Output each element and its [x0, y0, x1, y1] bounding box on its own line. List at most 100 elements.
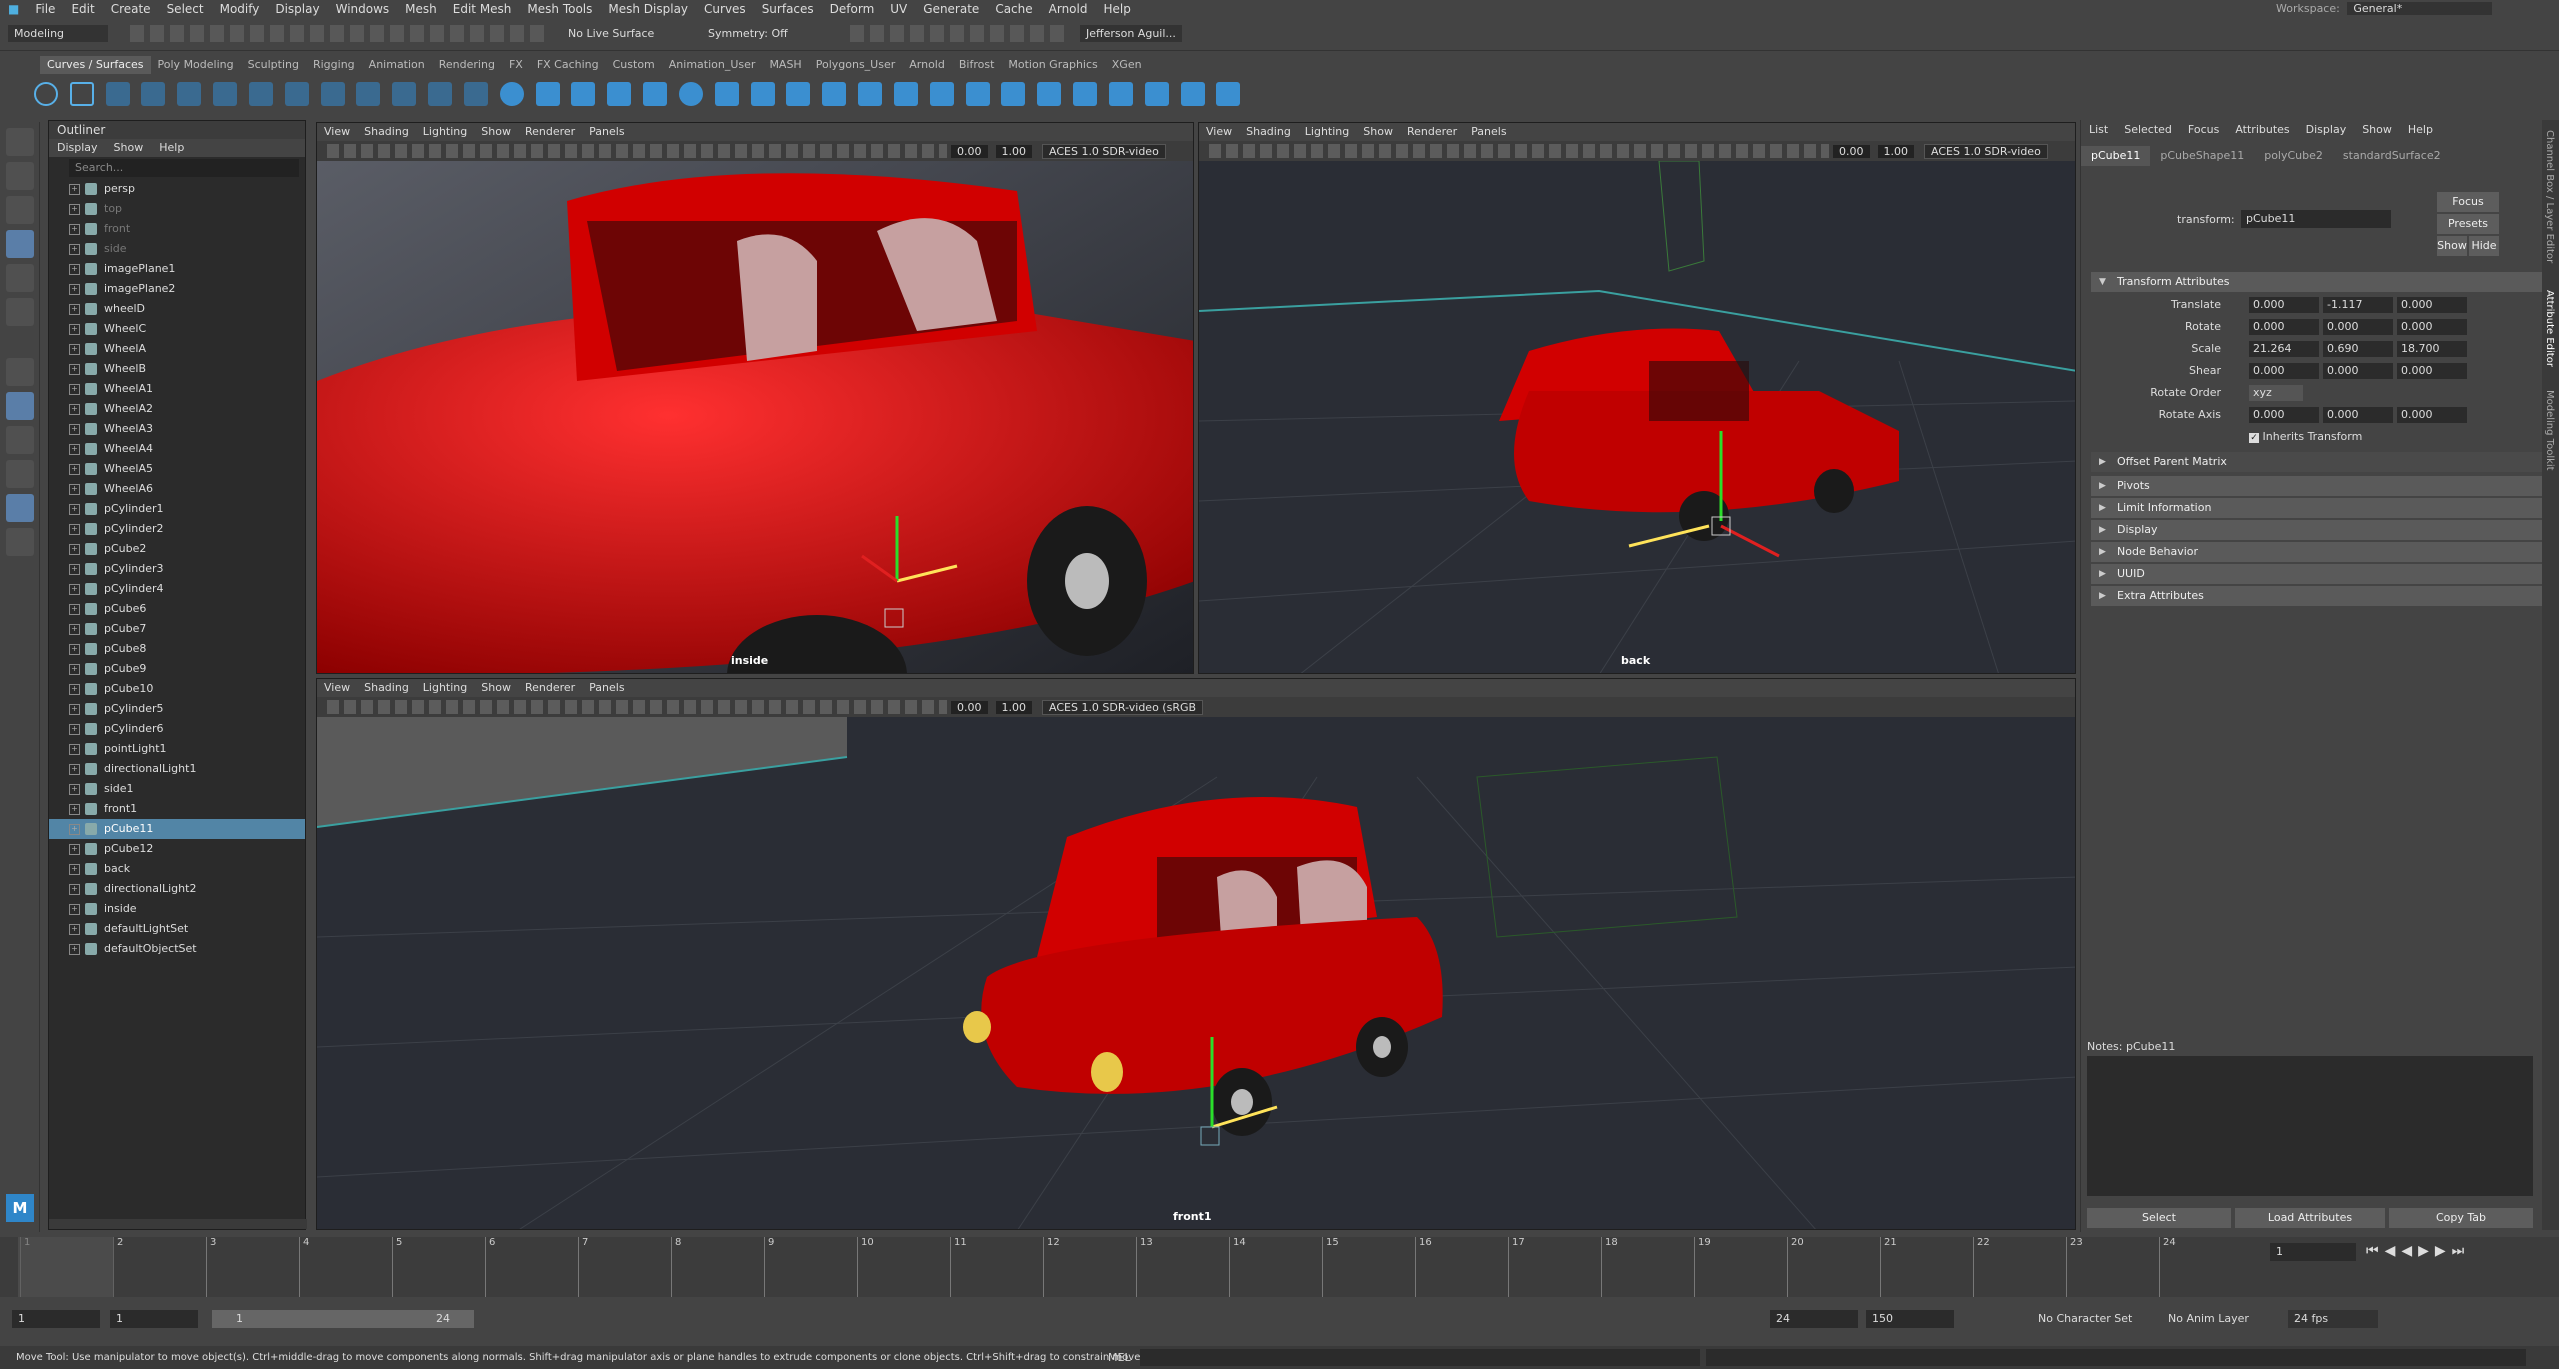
outliner-item[interactable]: + front1	[49, 799, 305, 819]
outliner-item[interactable]: + defaultObjectSet	[49, 939, 305, 959]
outliner-item[interactable]: + defaultLightSet	[49, 919, 305, 939]
vp-menu-panels[interactable]: Panels	[582, 679, 631, 697]
expand-icon[interactable]: +	[69, 944, 80, 955]
vp-menu-show[interactable]: Show	[1356, 123, 1400, 141]
character-set-dropdown[interactable]: No Character Set	[2038, 1310, 2132, 1328]
pencil-curve-icon[interactable]	[177, 82, 202, 106]
expand-icon[interactable]: +	[69, 544, 80, 555]
two-pane-side-icon[interactable]	[6, 426, 34, 454]
outliner-item[interactable]: + back	[49, 859, 305, 879]
rotate-z-field[interactable]: 0.000	[2397, 319, 2467, 335]
outliner-item[interactable]: + pCylinder2	[49, 519, 305, 539]
menu-curves[interactable]: Curves	[696, 2, 754, 16]
shelf-tab-fx-caching[interactable]: FX Caching	[530, 56, 606, 74]
show-button[interactable]: Show	[2437, 236, 2467, 256]
intersect-icon[interactable]	[1001, 82, 1026, 106]
mel-label[interactable]: MEL	[1108, 1346, 1131, 1369]
cv-curve-icon[interactable]	[105, 82, 130, 106]
copy-tab-button[interactable]: Copy Tab	[2389, 1208, 2533, 1228]
menu-deform[interactable]: Deform	[822, 2, 883, 16]
vp-menu-renderer[interactable]: Renderer	[518, 679, 582, 697]
birail-icon[interactable]	[858, 82, 883, 106]
menu-cache[interactable]: Cache	[987, 2, 1040, 16]
zoom-icon[interactable]	[6, 528, 34, 556]
rotate-tool-icon[interactable]	[6, 264, 34, 292]
menu-uv[interactable]: UV	[882, 2, 915, 16]
translate-z-field[interactable]: 0.000	[2397, 297, 2467, 313]
outliner-item[interactable]: + imagePlane2	[49, 279, 305, 299]
notes-textarea[interactable]	[2087, 1056, 2533, 1196]
single-pane-icon[interactable]	[6, 358, 34, 386]
planar-icon[interactable]	[786, 82, 811, 106]
outliner-menu-display[interactable]: Display	[49, 139, 106, 157]
translate-x-field[interactable]: 0.000	[2249, 297, 2319, 313]
select-button[interactable]: Select	[2087, 1208, 2231, 1228]
menu-help[interactable]: Help	[1095, 2, 1138, 16]
viewport-toolbar-icons[interactable]	[1209, 144, 1829, 158]
shelf-tab-fx[interactable]: FX	[502, 56, 530, 74]
outliner-item[interactable]: + WheelA1	[49, 379, 305, 399]
outliner-item[interactable]: + WheelA4	[49, 439, 305, 459]
cube-icon[interactable]	[535, 82, 560, 106]
outliner-item[interactable]: + WheelA3	[49, 419, 305, 439]
curve-tool-icon[interactable]	[284, 82, 309, 106]
expand-icon[interactable]: +	[69, 724, 80, 735]
bevel-icon[interactable]	[965, 82, 990, 106]
expand-icon[interactable]: +	[69, 804, 80, 815]
ae-tab-pcube11[interactable]: pCube11	[2081, 146, 2151, 166]
project-curve-icon[interactable]	[1037, 82, 1062, 106]
rotate-x-field[interactable]: 0.000	[2249, 319, 2319, 335]
outliner-item[interactable]: + pCylinder5	[49, 699, 305, 719]
viewport-toolbar-icons[interactable]	[327, 144, 947, 158]
shelf-tab-xgen[interactable]: XGen	[1105, 56, 1149, 74]
ep-curve-icon[interactable]	[141, 82, 166, 106]
range-slider[interactable]: 1 24	[212, 1310, 474, 1328]
expand-icon[interactable]: +	[69, 564, 80, 575]
focus-button[interactable]: Focus	[2437, 192, 2499, 212]
shelf-tab-animation-user[interactable]: Animation_User	[662, 56, 763, 74]
menu-display[interactable]: Display	[267, 2, 327, 16]
rebuild-curve-icon[interactable]	[428, 82, 453, 106]
expand-icon[interactable]: +	[69, 264, 80, 275]
maya-home-icon[interactable]: M	[6, 1194, 34, 1222]
expand-icon[interactable]: +	[69, 204, 80, 215]
section-pivots[interactable]: Pivots	[2091, 476, 2557, 496]
scale-y-field[interactable]: 0.690	[2323, 341, 2393, 357]
lasso-tool-icon[interactable]	[6, 162, 34, 190]
vp-menu-lighting[interactable]: Lighting	[1298, 123, 1356, 141]
expand-icon[interactable]: +	[69, 364, 80, 375]
shelf-tab-curves[interactable]: Curves / Surfaces	[40, 56, 151, 74]
ae-menu-focus[interactable]: Focus	[2180, 120, 2227, 140]
section-offset-parent-matrix[interactable]: Offset Parent Matrix	[2091, 452, 2557, 472]
menu-mesh-display[interactable]: Mesh Display	[600, 2, 696, 16]
outliner-item[interactable]: + pCylinder4	[49, 579, 305, 599]
outliner-item[interactable]: + pCube12	[49, 839, 305, 859]
paint-select-icon[interactable]	[6, 196, 34, 224]
expand-icon[interactable]: +	[69, 824, 80, 835]
menu-mesh[interactable]: Mesh	[397, 2, 445, 16]
untrim-icon[interactable]	[1108, 82, 1133, 106]
shelf-tab-sculpting[interactable]: Sculpting	[241, 56, 306, 74]
torus-icon[interactable]	[678, 82, 703, 106]
shelf-tab-arnold[interactable]: Arnold	[902, 56, 952, 74]
attach-surface-icon[interactable]	[1144, 82, 1169, 106]
attach-curve-icon[interactable]	[320, 82, 345, 106]
expand-icon[interactable]: +	[69, 704, 80, 715]
outliner-item[interactable]: + WheelA6	[49, 479, 305, 499]
scale-tool-icon[interactable]	[6, 298, 34, 326]
outliner-item[interactable]: + pCube8	[49, 639, 305, 659]
cone-icon[interactable]	[607, 82, 632, 106]
two-pane-stack-icon[interactable]	[6, 460, 34, 488]
expand-icon[interactable]: +	[69, 924, 80, 935]
expand-icon[interactable]: +	[69, 784, 80, 795]
section-node-behavior[interactable]: Node Behavior	[2091, 542, 2557, 562]
playback-end-field[interactable]: 24	[1770, 1310, 1858, 1328]
outliner-menu-show[interactable]: Show	[106, 139, 152, 157]
shelf-tab-poly[interactable]: Poly Modeling	[151, 56, 241, 74]
side-tab-modeling-toolkit[interactable]: Modeling Toolkit	[2544, 390, 2555, 471]
vp-menu-lighting[interactable]: Lighting	[416, 123, 474, 141]
outliner-persp-icon[interactable]	[6, 494, 34, 522]
shelf-tab-mash[interactable]: MASH	[762, 56, 808, 74]
inherits-transform-checkbox[interactable]: ✓ Inherits Transform	[2249, 430, 2362, 443]
workspace-selector[interactable]: Workspace: General*	[2276, 0, 2493, 17]
